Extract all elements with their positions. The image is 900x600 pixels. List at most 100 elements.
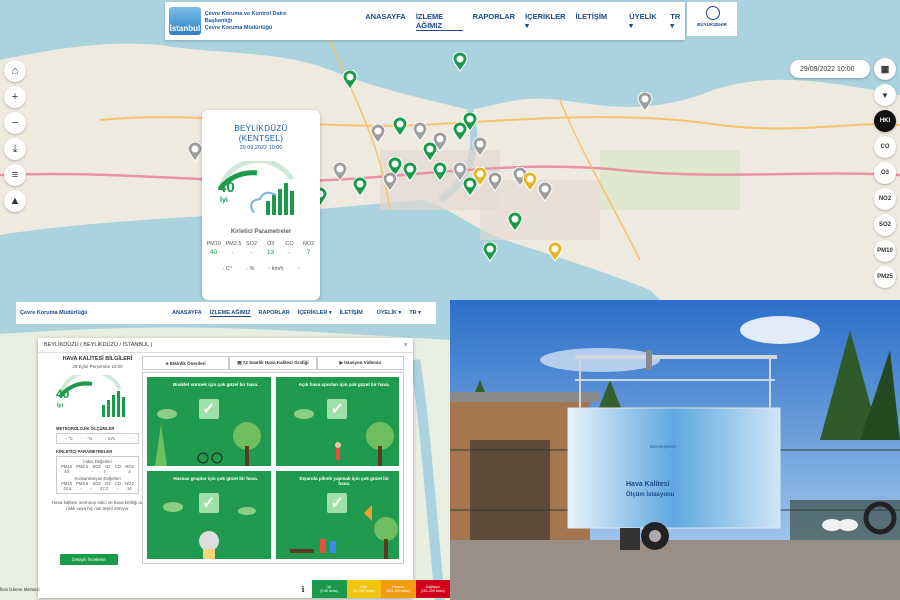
humidity-value: - %: [246, 266, 255, 272]
tab-72h-chart[interactable]: ▤ 72 Saatlik Hava Kalitesi Grafiği: [229, 356, 317, 369]
legend-unhealthy: Sağlıksız (151-200 arası): [415, 580, 450, 598]
trailer-brand: BÜYÜKŞEHİR: [650, 444, 676, 449]
runner-icon: [293, 408, 394, 466]
tile-text: Bisiklet sürmek için çok güzel bir hava.: [172, 382, 259, 387]
aq-info-date: 29 Eylül Perşembe 10:00: [72, 364, 123, 369]
station-pin[interactable]: [370, 123, 386, 144]
pollutant-pm25[interactable]: PM25: [874, 266, 896, 288]
pollutant-no2[interactable]: NO2: [874, 188, 896, 210]
nav-contents[interactable]: İÇERİKLER ▾: [525, 12, 565, 31]
conc-cell: 14: [126, 486, 132, 491]
station-pin[interactable]: [332, 161, 348, 182]
station-pin[interactable]: [342, 69, 358, 90]
meteo-box: - °C - % - m/s -: [56, 433, 139, 444]
station-pin[interactable]: [472, 136, 488, 157]
pollutant-so2[interactable]: SO2: [874, 214, 896, 236]
station-pin[interactable]: [452, 51, 468, 72]
nav-reports[interactable]: RAPORLAR: [473, 12, 516, 31]
station-pin[interactable]: [352, 176, 368, 197]
tab-activities[interactable]: ♣ Etkinlik Önerileri: [142, 356, 230, 369]
station-pin[interactable]: [482, 241, 498, 262]
meteo-row: - C° - % - km/h -: [202, 266, 320, 272]
station-pin[interactable]: [507, 211, 523, 232]
ibb-logo[interactable]: BÜYÜKŞEHİR: [687, 2, 737, 36]
param-value: 13: [266, 249, 275, 256]
filter-icon[interactable]: ▼: [874, 84, 896, 106]
station-pin[interactable]: [412, 121, 428, 142]
col-header: PM2.5: [76, 464, 89, 469]
logo-line-1: Çevre Koruma ve Kontrol Daire Başkanlığı: [204, 10, 287, 24]
nav-membership[interactable]: ÜYELİK ▾: [629, 12, 660, 30]
map-canvas[interactable]: [0, 0, 900, 300]
station-pin[interactable]: [462, 111, 478, 132]
station-pin[interactable]: [392, 116, 408, 137]
station-type: (KENTSEL): [238, 134, 284, 143]
detail-button[interactable]: Detaylı İnceleme: [60, 554, 118, 565]
logo-mark: İstanbul: [169, 7, 201, 35]
station-pin[interactable]: [432, 161, 448, 182]
station-pin[interactable]: [547, 241, 563, 262]
wind: - m/s: [105, 436, 115, 441]
station-pin[interactable]: [187, 141, 203, 162]
close-icon[interactable]: x: [404, 342, 407, 348]
tab-station-video[interactable]: ▶ İstasyon Videosu: [316, 356, 404, 369]
zoom-out-icon[interactable]: −: [4, 112, 26, 134]
aqi-gauge: 40 İyi: [202, 158, 320, 223]
road-icon[interactable]: ▲: [4, 190, 26, 212]
param-name: O3: [266, 241, 275, 247]
index-values: 40 - - 7 - 4: [59, 469, 136, 474]
list-icon[interactable]: ≡: [4, 164, 26, 186]
conc-cell: -: [80, 486, 82, 491]
param-name: PM10: [206, 241, 221, 247]
footer-text: İlesi İzleme Merkezi: [0, 587, 40, 592]
aq-note: Hava kalitesi memnun edici ve hava kirli…: [51, 500, 144, 511]
station-name: BEYLİKDÜZÜ: [234, 124, 288, 133]
index-headers: PM10 PM2.5 SO2 O3 CO NO2: [59, 464, 136, 469]
aqi-legend: İyi (0-50 arası) Orta (51-100 arası) Hassa…: [312, 580, 450, 598]
istanbul-logo[interactable]: İstanbul Çevre Koruma ve Kontrol Daire B…: [165, 6, 297, 36]
activity-grid: Bisiklet sürmek için çok güzel bir hava.…: [142, 372, 404, 564]
direction: -: [127, 436, 130, 441]
info-icon[interactable]: ℹ: [296, 582, 310, 596]
station-pin[interactable]: [382, 171, 398, 192]
pollutant-hki[interactable]: HKI: [874, 110, 896, 132]
pollutant-co[interactable]: CO: [874, 136, 896, 158]
home-icon[interactable]: ⌂: [4, 60, 26, 82]
nav-monitoring-small[interactable]: İZLEME AĞIMIZ: [209, 310, 251, 317]
station-pin[interactable]: [422, 141, 438, 162]
station-pin[interactable]: [537, 181, 553, 202]
nav-home[interactable]: ANASAYFA: [365, 12, 406, 31]
activity-tile: Bisiklet sürmek için çok güzel bir hava.…: [147, 377, 271, 466]
station-pin[interactable]: [402, 161, 418, 182]
params-names: PM10 PM2.5 SO2 O3 CO NO2: [202, 241, 320, 247]
nav-membership-small[interactable]: ÜYELİK ▾: [377, 310, 401, 316]
calendar-icon[interactable]: ▦: [874, 58, 896, 80]
air-quality-info: HAVA KALİTESİ BİLGİLERİ 29 Eylül Perşemb…: [50, 356, 145, 512]
nav-home-small[interactable]: ANASAYFA: [172, 310, 202, 316]
map-panel[interactable]: İstanbul Çevre Koruma ve Kontrol Daire B…: [0, 0, 900, 300]
param-name: NO2: [302, 241, 315, 247]
nav-monitoring[interactable]: İZLEME AĞIMIZ: [415, 12, 463, 31]
logo-small[interactable]: Çevre Koruma Müdürlüğü: [16, 310, 156, 316]
station-pin[interactable]: [472, 166, 488, 187]
zoom-in-icon[interactable]: +: [4, 86, 26, 108]
pollutant-pm10[interactable]: PM10: [874, 240, 896, 262]
nav-language[interactable]: TR ▾: [670, 12, 685, 30]
station-pin[interactable]: [637, 91, 653, 112]
station-pin[interactable]: [487, 171, 503, 192]
download-icon[interactable]: ⤓: [4, 138, 26, 160]
nav-contact[interactable]: İLETİŞİM: [576, 12, 608, 31]
date-picker[interactable]: 29/09/2022 10:00: [790, 60, 870, 78]
index-cell: 4: [128, 469, 131, 474]
nav-contents-small[interactable]: İÇERİKLER ▾: [298, 310, 332, 316]
pollutant-o3[interactable]: O3: [874, 162, 896, 184]
aqi-label: İyi: [220, 197, 228, 204]
nav-contact-small[interactable]: İLETİŞİM: [340, 310, 363, 316]
elderly-icon: [163, 502, 256, 559]
nav-reports-small[interactable]: RAPORLAR: [259, 310, 290, 316]
legend-good: İyi (0-50 arası): [312, 580, 347, 598]
nav-language-small[interactable]: TR ▾: [409, 310, 421, 316]
param-value: 7: [306, 249, 311, 256]
activity-tile: Hassas gruplar için çok güzel bir hava. …: [147, 470, 271, 559]
station-pin[interactable]: [522, 171, 538, 192]
